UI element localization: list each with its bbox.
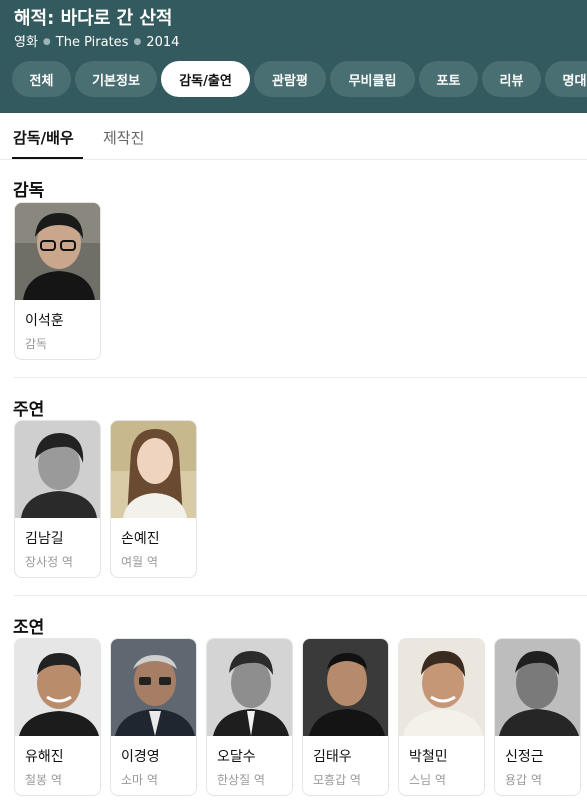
person-card[interactable]: 박철민 스님 역 (398, 638, 485, 796)
person-photo (207, 639, 292, 736)
person-name: 이석훈 (25, 313, 64, 329)
separator-dot: ● (133, 37, 142, 47)
person-role: 한상질 역 (217, 773, 265, 787)
section-title-director: 감독 (13, 181, 45, 201)
person-photo (111, 639, 196, 736)
person-role: 스님 역 (409, 773, 446, 787)
person-card[interactable]: 이경영 소마 역 (110, 638, 197, 796)
tab-basic-info[interactable]: 기본정보 (75, 61, 157, 97)
category-tabs: 전체 기본정보 감독/출연 관람평 무비클립 포토 리뷰 명대 (12, 61, 587, 97)
person-card[interactable]: 이석훈 감독 (14, 202, 101, 360)
person-name: 김남길 (25, 531, 64, 547)
movie-header: 해적: 바다로 간 산적 영화 ● The Pirates ● 2014 전체 기본정보… (0, 0, 587, 113)
subtab-crew[interactable]: 제작진 (103, 127, 144, 148)
person-role: 감독 (25, 337, 48, 351)
person-photo (15, 639, 100, 736)
person-role: 여월 역 (121, 555, 158, 569)
tab-reviews-rating[interactable]: 관람평 (254, 61, 326, 97)
person-photo (399, 639, 484, 736)
section-divider (14, 377, 587, 378)
person-name: 신정근 (505, 749, 544, 765)
tab-photos[interactable]: 포토 (419, 61, 478, 97)
sub-tabs: 감독/배우 제작진 (0, 113, 587, 160)
section-divider (14, 595, 587, 596)
meta-english-title: The Pirates (55, 35, 129, 50)
person-role: 철봉 역 (25, 773, 62, 787)
person-photo (495, 639, 580, 736)
person-card[interactable]: 유해진 철봉 역 (14, 638, 101, 796)
person-role: 용갑 역 (505, 773, 542, 787)
person-card[interactable]: 김태우 모흥갑 역 (302, 638, 389, 796)
tab-all[interactable]: 전체 (12, 61, 71, 97)
person-name: 유해진 (25, 749, 64, 765)
person-name: 이경영 (121, 749, 160, 765)
person-role: 소마 역 (121, 773, 158, 787)
person-card[interactable]: 김남길 장사정 역 (14, 420, 101, 578)
meta-genre: 영화 (14, 35, 38, 50)
section-title-supporting: 조연 (13, 618, 45, 638)
person-photo (15, 421, 100, 518)
person-card[interactable]: 오달수 한상질 역 (206, 638, 293, 796)
person-photo (15, 203, 100, 300)
person-role: 모흥갑 역 (313, 773, 361, 787)
subtab-director-actors[interactable]: 감독/배우 (13, 127, 74, 148)
tab-movie-clips[interactable]: 무비클립 (330, 61, 415, 97)
movie-title: 해적: 바다로 간 산적 (14, 8, 173, 29)
person-name: 박철민 (409, 749, 448, 765)
person-name: 오달수 (217, 749, 256, 765)
person-name: 김태우 (313, 749, 352, 765)
section-title-lead: 주연 (13, 400, 45, 420)
tab-review[interactable]: 리뷰 (482, 61, 541, 97)
tab-quotes[interactable]: 명대 (545, 61, 587, 97)
active-subtab-indicator (12, 157, 83, 159)
person-photo (111, 421, 196, 518)
person-role: 장사정 역 (25, 555, 73, 569)
person-name: 손예진 (121, 531, 160, 547)
movie-meta: 영화 ● The Pirates ● 2014 (14, 31, 179, 50)
person-card[interactable]: 신정근 용갑 역 (494, 638, 581, 796)
person-photo (303, 639, 388, 736)
tab-cast[interactable]: 감독/출연 (161, 61, 250, 97)
separator-dot: ● (42, 37, 51, 47)
person-card[interactable]: 손예진 여월 역 (110, 420, 197, 578)
meta-year: 2014 (146, 35, 180, 50)
